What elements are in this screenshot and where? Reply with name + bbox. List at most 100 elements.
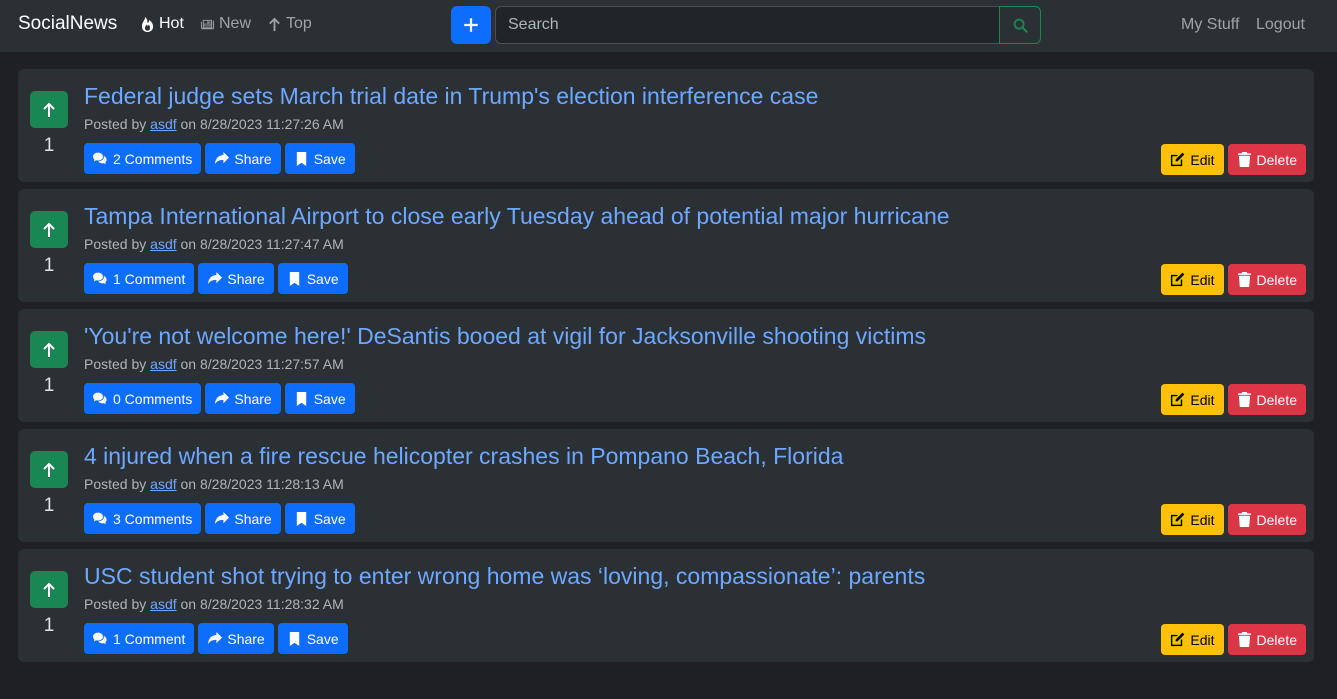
nav-new[interactable]: New (200, 15, 251, 33)
post-meta: Posted by asdf on 8/28/2023 11:28:32 AM (84, 596, 344, 612)
upvote-button[interactable] (30, 331, 68, 368)
edit-icon (1171, 512, 1185, 527)
on-label: on (180, 356, 197, 372)
post-title-link[interactable]: 4 injured when a fire rescue helicopter … (84, 443, 843, 470)
edit-icon (1171, 272, 1185, 287)
comments-button[interactable]: 3 Comments (84, 503, 202, 534)
save-button[interactable]: Save (284, 503, 355, 534)
on-label: on (180, 236, 197, 252)
comments-icon (93, 272, 107, 285)
share-label: Share (234, 150, 272, 167)
delete-button[interactable]: Delete (1227, 144, 1306, 175)
arrow-up-icon (43, 102, 55, 117)
post-meta: Posted by asdf on 8/28/2023 11:27:47 AM (84, 236, 344, 252)
comments-count: 0 Comments (113, 390, 193, 407)
post-card: 1 'You're not welcome here!' DeSantis bo… (18, 309, 1314, 422)
upvote-button[interactable] (30, 211, 68, 248)
comments-count: 2 Comments (113, 150, 193, 167)
comments-button[interactable]: 0 Comments (84, 383, 202, 414)
search-bar (495, 6, 1041, 44)
edit-button[interactable]: Edit (1161, 624, 1224, 655)
on-label: on (180, 476, 197, 492)
brand-logo[interactable]: SocialNews (18, 13, 117, 35)
edit-button[interactable]: Edit (1161, 264, 1224, 295)
edit-label: Edit (1190, 151, 1215, 168)
edit-button[interactable]: Edit (1161, 504, 1224, 535)
on-label: on (180, 596, 197, 612)
share-button[interactable]: Share (205, 503, 281, 534)
share-label: Share (234, 390, 272, 407)
add-post-button[interactable] (451, 6, 491, 44)
trash-icon (1237, 272, 1251, 287)
post-date: 8/28/2023 11:27:47 AM (199, 236, 344, 252)
trash-icon (1237, 512, 1251, 527)
post-title-link[interactable]: USC student shot trying to enter wrong h… (84, 563, 925, 590)
comments-icon (93, 152, 107, 165)
trash-icon (1237, 152, 1251, 167)
delete-label: Delete (1256, 151, 1297, 168)
owner-actions: Edit Delete (1161, 264, 1306, 295)
edit-button[interactable]: Edit (1161, 144, 1224, 175)
author-link[interactable]: asdf (150, 356, 176, 372)
save-button[interactable]: Save (284, 143, 355, 174)
comments-button[interactable]: 1 Comment (84, 263, 195, 294)
author-link[interactable]: asdf (150, 596, 176, 612)
plus-icon (464, 18, 478, 32)
posted-by-label: Posted by (84, 116, 147, 132)
share-icon (215, 391, 230, 405)
search-icon (1013, 18, 1028, 33)
delete-button[interactable]: Delete (1227, 624, 1306, 655)
post-title-link[interactable]: 'You're not welcome here!' DeSantis booe… (84, 323, 926, 350)
edit-icon (1171, 152, 1185, 167)
upvote-button[interactable] (30, 451, 68, 488)
logout-link[interactable]: Logout (1256, 16, 1305, 34)
save-button[interactable]: Save (277, 263, 348, 294)
delete-button[interactable]: Delete (1227, 264, 1306, 295)
comments-count: 3 Comments (113, 510, 193, 527)
fire-icon (141, 16, 154, 32)
post-card: 1 Federal judge sets March trial date in… (18, 69, 1314, 182)
bookmark-icon (296, 151, 306, 166)
delete-label: Delete (1256, 271, 1297, 288)
search-button[interactable] (999, 6, 1041, 44)
post-card: 1 4 injured when a fire rescue helicopte… (18, 429, 1314, 542)
share-label: Share (227, 630, 265, 647)
delete-button[interactable]: Delete (1227, 504, 1306, 535)
author-link[interactable]: asdf (150, 236, 176, 252)
edit-button[interactable]: Edit (1161, 384, 1224, 415)
share-button[interactable]: Share (198, 263, 274, 294)
author-link[interactable]: asdf (150, 116, 176, 132)
posted-by-label: Posted by (84, 356, 147, 372)
author-link[interactable]: asdf (150, 476, 176, 492)
upvote-button[interactable] (30, 91, 68, 128)
post-title-link[interactable]: Tampa International Airport to close ear… (84, 203, 950, 230)
post-list: 1 Federal judge sets March trial date in… (18, 69, 1314, 669)
save-button[interactable]: Save (284, 383, 355, 414)
nav-top[interactable]: Top (267, 15, 312, 33)
comments-button[interactable]: 1 Comment (84, 623, 195, 654)
share-button[interactable]: Share (205, 383, 281, 414)
vote-count: 1 (43, 375, 55, 396)
owner-actions: Edit Delete (1161, 144, 1306, 175)
share-button[interactable]: Share (198, 623, 274, 654)
on-label: on (180, 116, 197, 132)
search-input[interactable] (495, 6, 999, 44)
post-title-link[interactable]: Federal judge sets March trial date in T… (84, 83, 818, 110)
arrow-up-icon (269, 17, 280, 31)
save-label: Save (313, 150, 346, 167)
post-date: 8/28/2023 11:27:26 AM (199, 116, 344, 132)
share-button[interactable]: Share (205, 143, 281, 174)
save-label: Save (313, 510, 346, 527)
edit-label: Edit (1190, 391, 1215, 408)
comments-button[interactable]: 2 Comments (84, 143, 202, 174)
owner-actions: Edit Delete (1161, 384, 1306, 415)
nav-hot[interactable]: Hot (140, 15, 184, 33)
delete-button[interactable]: Delete (1227, 384, 1306, 415)
post-actions: 2 Comments Share Save (84, 143, 355, 174)
delete-label: Delete (1256, 511, 1297, 528)
my-stuff-link[interactable]: My Stuff (1181, 16, 1239, 34)
post-meta: Posted by asdf on 8/28/2023 11:27:26 AM (84, 116, 344, 132)
share-icon (208, 631, 223, 645)
save-button[interactable]: Save (277, 623, 348, 654)
upvote-button[interactable] (30, 571, 68, 608)
